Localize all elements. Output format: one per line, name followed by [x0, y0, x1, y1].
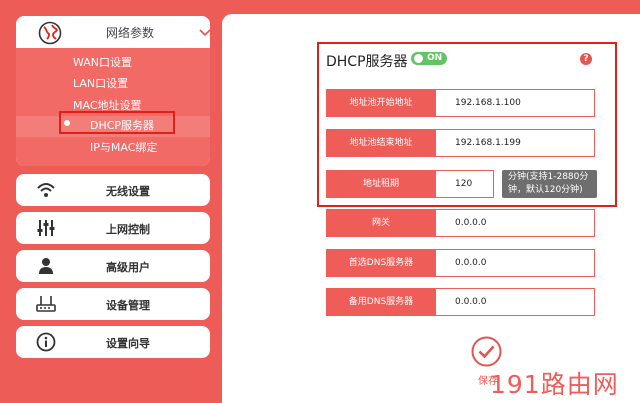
- lease-time-label: 地址租期: [326, 170, 436, 198]
- primary-dns-input[interactable]: 0.0.0.0: [436, 249, 595, 277]
- info-icon: [36, 332, 56, 352]
- gateway-label: 网关: [326, 209, 436, 237]
- pool-start-input[interactable]: 192.168.1.100: [436, 89, 595, 117]
- watermark-text: 191路由网: [490, 370, 619, 399]
- sidebar-item-label: 设备管理: [106, 299, 150, 312]
- sidebar-item-access-control[interactable]: 上网控制: [16, 212, 210, 244]
- dhcp-title: DHCP服务器: [326, 54, 408, 70]
- router-icon: [36, 296, 56, 312]
- pool-end-label: 地址池结束地址: [326, 129, 436, 157]
- wifi-icon: [37, 183, 55, 197]
- pool-end-input[interactable]: 192.168.1.199: [436, 129, 595, 157]
- sidebar-item-advanced-user[interactable]: 高级用户: [16, 250, 210, 282]
- network-params-header[interactable]: 网络参数: [16, 16, 210, 50]
- submenu-item-wan[interactable]: WAN口设置: [73, 54, 132, 70]
- submenu-item-lan[interactable]: LAN口设置: [73, 75, 128, 91]
- save-check-icon[interactable]: [471, 336, 502, 367]
- toggle-label: ON: [427, 53, 443, 63]
- primary-dns-label: 首选DNS服务器: [326, 249, 436, 277]
- sliders-icon: [37, 220, 55, 236]
- help-icon[interactable]: ?: [580, 53, 592, 65]
- secondary-dns-label: 备用DNS服务器: [326, 288, 436, 316]
- globe-icon: [38, 21, 62, 45]
- chevron-down-icon[interactable]: [199, 27, 210, 39]
- network-params-title: 网络参数: [106, 26, 155, 40]
- submenu-item-ip-mac-binding[interactable]: IP与MAC绑定: [90, 139, 157, 155]
- sidebar-item-label: 高级用户: [106, 261, 150, 274]
- secondary-dns-input[interactable]: 0.0.0.0: [436, 288, 595, 316]
- lease-time-hint: 分钟(支持1-2880分钟，默认120分钟): [502, 170, 597, 198]
- sidebar-item-label: 设置向导: [106, 337, 150, 350]
- sidebar-item-label: 无线设置: [106, 185, 150, 198]
- sidebar-item-setup-wizard[interactable]: 设置向导: [16, 326, 210, 358]
- sidebar-item-wireless[interactable]: 无线设置: [16, 174, 210, 206]
- gateway-input[interactable]: 0.0.0.0: [436, 209, 595, 237]
- lease-time-input[interactable]: 120: [436, 170, 494, 198]
- user-icon: [39, 258, 53, 274]
- sidebar-item-label: 上网控制: [106, 223, 150, 236]
- submenu-highlight-box: [59, 111, 175, 134]
- sidebar-item-device-management[interactable]: 设备管理: [16, 288, 210, 320]
- toggle-knob: [414, 54, 423, 63]
- pool-start-label: 地址池开始地址: [326, 89, 436, 117]
